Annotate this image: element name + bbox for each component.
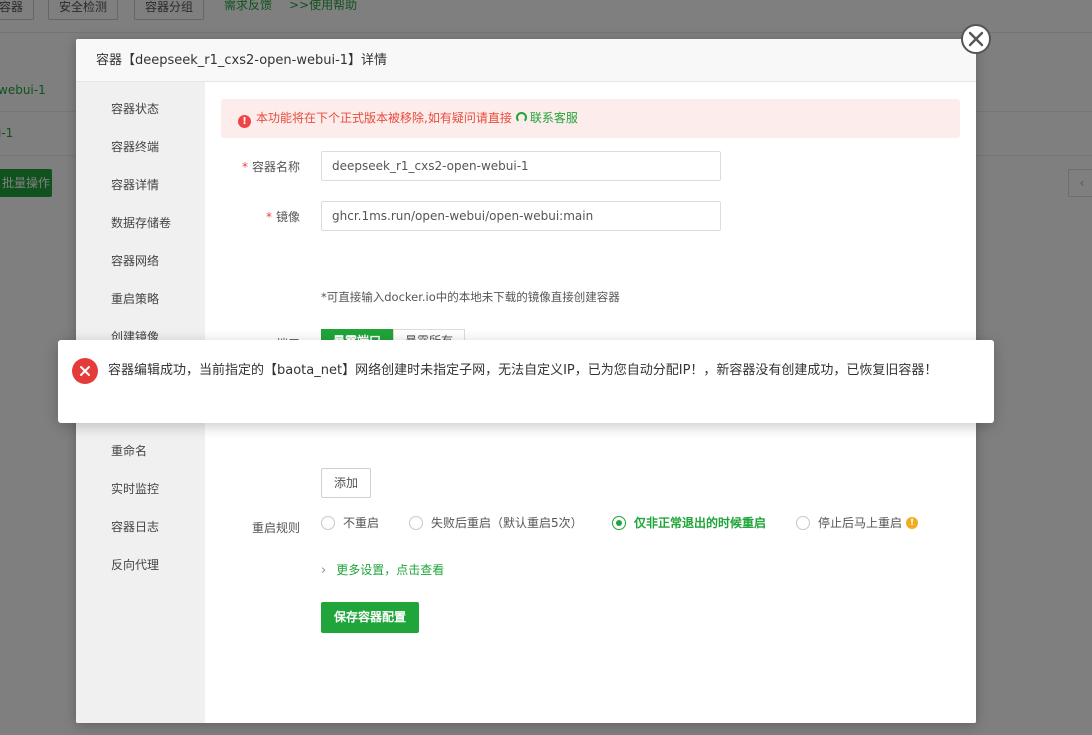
radio-label: 停止后马上重启 <box>818 516 903 530</box>
sidebar-item-data-volumes[interactable]: 数据存储卷 <box>76 204 205 242</box>
sidebar-item-container-terminal[interactable]: 容器终端 <box>76 128 205 166</box>
sidebar-item-container-details[interactable]: 容器详情 <box>76 166 205 204</box>
toast-message: 容器编辑成功，当前指定的【baota_net】网络创建时未指定子网，无法自定义I… <box>108 363 938 378</box>
contact-support-link[interactable]: 联系客服 <box>515 111 578 125</box>
sidebar-item-container-status[interactable]: 容器状态 <box>76 90 205 128</box>
sidebar-item-reverse-proxy[interactable]: 反向代理 <box>76 546 205 584</box>
exclamation-icon: ! <box>238 115 251 128</box>
radio-restart-unless-normal-exit[interactable]: 仅非正常退出的时候重启 <box>612 514 766 531</box>
sidebar-item-rename[interactable]: 重命名 <box>76 432 205 470</box>
radio-circle <box>409 515 423 530</box>
error-toast: 容器编辑成功，当前指定的【baota_net】网络创建时未指定子网，无法自定义I… <box>58 340 994 423</box>
radio-label: 仅非正常退出的时候重启 <box>634 516 767 530</box>
more-settings-label: 更多设置，点击查看 <box>336 563 445 577</box>
save-container-config-button[interactable]: 保存容器配置 <box>321 602 419 633</box>
info-icon[interactable]: ! <box>906 516 919 529</box>
contact-support-label: 联系客服 <box>529 111 578 125</box>
headset-icon <box>515 112 527 123</box>
close-icon[interactable] <box>961 24 991 54</box>
sidebar-item-container-network[interactable]: 容器网络 <box>76 242 205 280</box>
sidebar-item-realtime-monitor[interactable]: 实时监控 <box>76 470 205 508</box>
deprecation-warning-banner: ! 本功能将在下个正式版本被移除,如有疑问请直接 联系客服 <box>221 99 960 138</box>
image-hint-text: *可直接输入docker.io中的本地未下载的镜像直接创建容器 <box>321 290 620 304</box>
chevron-right-icon: › <box>321 563 327 578</box>
radio-label: 不重启 <box>343 516 380 530</box>
radio-restart-on-failure[interactable]: 失败后重启（默认重启5次） <box>409 514 583 531</box>
sidebar-item-restart-policy[interactable]: 重启策略 <box>76 280 205 318</box>
radio-circle-checked <box>612 515 626 530</box>
radio-label: 失败后重启（默认重启5次） <box>431 516 583 530</box>
radio-restart-always[interactable]: 停止后马上重启! <box>796 514 919 531</box>
container-name-label: * 容器名称 <box>241 160 300 174</box>
modal-title: 容器【deepseek_r1_cxs2-open-webui-1】详情 <box>76 39 976 82</box>
image-label: * 镜像 <box>265 210 300 224</box>
radio-no-restart[interactable]: 不重启 <box>321 514 379 531</box>
container-name-input[interactable]: deepseek_r1_cxs2-open-webui-1 <box>321 151 721 181</box>
more-settings-link[interactable]: › 更多设置，点击查看 <box>321 561 444 578</box>
warning-text: 本功能将在下个正式版本被移除,如有疑问请直接 <box>256 111 512 125</box>
radio-circle <box>796 515 810 530</box>
image-input[interactable]: ghcr.1ms.run/open-webui/open-webui:main <box>321 201 721 231</box>
error-icon <box>72 358 98 384</box>
restart-rule-label: 重启规则 <box>251 521 300 535</box>
sidebar-item-container-logs[interactable]: 容器日志 <box>76 508 205 546</box>
add-port-button[interactable]: 添加 <box>321 468 371 498</box>
radio-circle <box>321 515 335 530</box>
